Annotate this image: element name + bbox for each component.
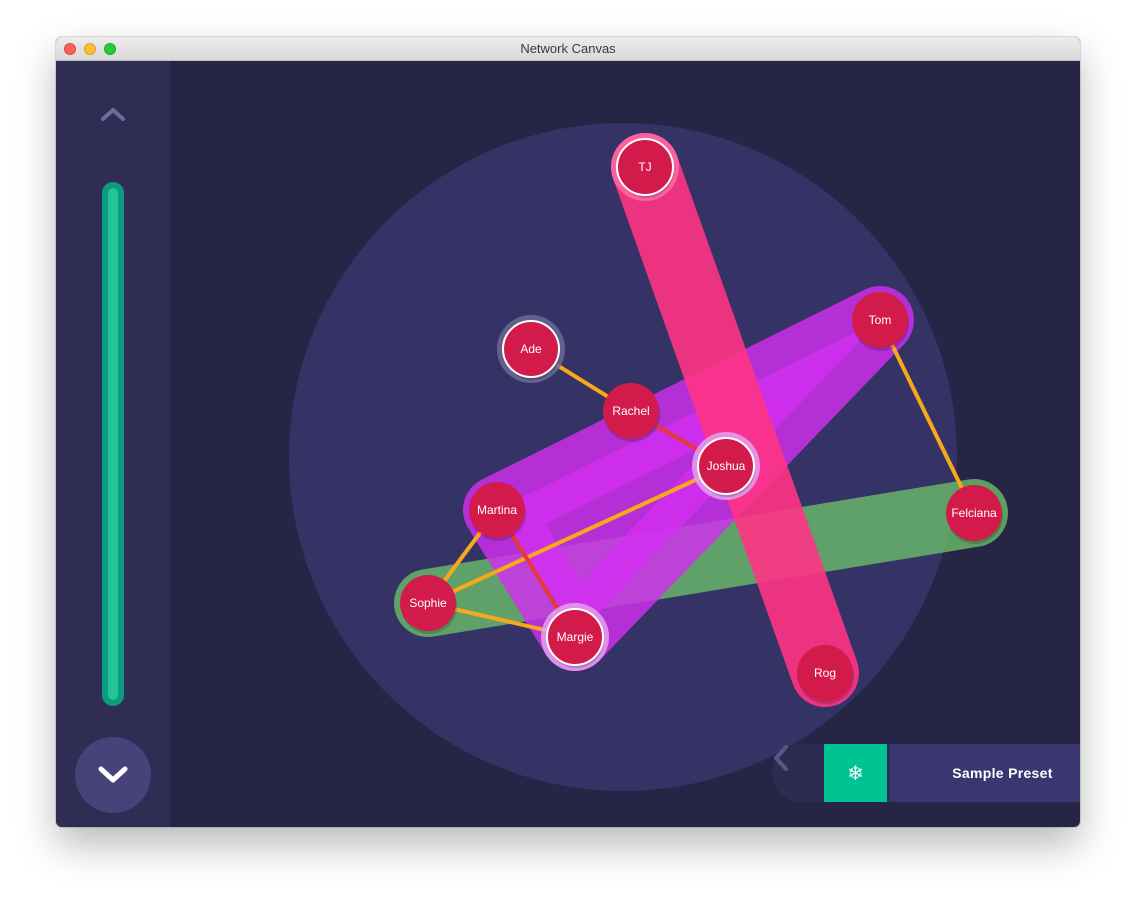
previous-stage-button[interactable] xyxy=(93,99,133,129)
node-label: Rog xyxy=(814,666,836,680)
sociogram-canvas[interactable]: TJ Tom Ade Rachel Joshua Martina Felciana Sophi… xyxy=(170,61,1080,827)
node-joshua[interactable]: Joshua xyxy=(692,432,760,500)
node-label: Joshua xyxy=(707,459,746,473)
network-graph: TJ Tom Ade Rachel Joshua Martina Felciana Sophi… xyxy=(289,123,1008,791)
minimize-window-button[interactable] xyxy=(84,43,96,55)
close-window-button[interactable] xyxy=(64,43,76,55)
node-label: Martina xyxy=(477,503,517,517)
progress-fill xyxy=(108,188,118,700)
app-window: Network Canvas TJ Tom Ade Rachel Joshua Marti… xyxy=(56,37,1080,827)
node-label: Tom xyxy=(869,313,892,327)
progress-bar xyxy=(102,182,124,706)
title-bar: Network Canvas xyxy=(56,37,1080,61)
next-stage-button[interactable] xyxy=(75,737,151,813)
sidebar xyxy=(56,61,170,827)
node-label: Sophie xyxy=(409,596,447,610)
node-label: Ade xyxy=(520,342,542,356)
node-margie[interactable]: Margie xyxy=(541,603,609,671)
node-tj[interactable]: TJ xyxy=(611,133,679,201)
preset-switcher: ❄ Sample Preset xyxy=(772,744,1080,802)
maximize-window-button[interactable] xyxy=(104,43,116,55)
node-label: TJ xyxy=(638,160,651,174)
chevron-up-icon xyxy=(101,108,125,121)
snowflake-icon[interactable]: ❄ xyxy=(824,744,887,802)
chevron-left-icon xyxy=(774,745,788,771)
node-ade[interactable]: Ade xyxy=(497,315,565,383)
node-label: Rachel xyxy=(612,404,649,418)
node-label: Felciana xyxy=(951,506,997,520)
chevron-down-icon xyxy=(98,766,128,783)
window-title: Network Canvas xyxy=(520,41,616,56)
node-label: Margie xyxy=(557,630,594,644)
preset-previous-button[interactable] xyxy=(772,744,824,802)
preset-name[interactable]: Sample Preset xyxy=(889,744,1080,802)
